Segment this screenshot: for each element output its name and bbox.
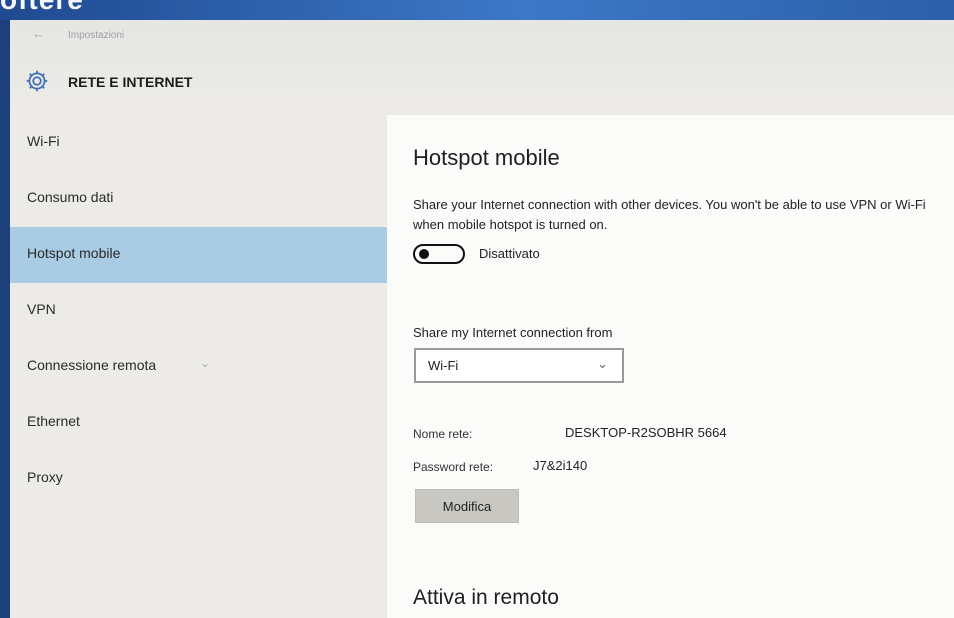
- window-header: ← Impostazioni RETE E INTERNET: [10, 20, 954, 115]
- modify-button[interactable]: Modifica: [415, 489, 519, 523]
- settings-window: ← Impostazioni RETE E INTERNET Wi-Fi Con…: [10, 20, 954, 618]
- sidebar-item-label: Wi-Fi: [27, 133, 60, 149]
- sidebar-item-label: Connessione remota: [27, 357, 157, 373]
- sidebar: Wi-Fi Consumo dati Hotspot mobile VPN Co…: [10, 115, 387, 618]
- page-title: Hotspot mobile: [413, 145, 560, 170]
- sidebar-item-vpn[interactable]: VPN: [10, 283, 387, 339]
- sidebar-item-hotspot-mobile[interactable]: Hotspot mobile: [10, 227, 387, 283]
- toggle-knob: [419, 249, 429, 259]
- share-from-label: Share my Internet connection from: [413, 325, 613, 340]
- chevron-down-icon: ⌄: [597, 356, 608, 371]
- dropdown-selected-value: Wi-Fi: [428, 358, 459, 373]
- main-content: Hotspot mobile Share your Internet conne…: [387, 115, 954, 618]
- network-name-value: DESKTOP-R2SOBHR 5664: [565, 425, 727, 440]
- sidebar-item-ethernet[interactable]: Ethernet: [10, 395, 387, 451]
- banner-text: oftere: [0, 0, 84, 16]
- sidebar-item-label: VPN: [27, 301, 56, 317]
- breadcrumb: Impostazioni: [68, 30, 125, 41]
- sidebar-item-label: Consumo dati: [27, 189, 114, 205]
- back-arrow-icon[interactable]: ←: [32, 26, 45, 41]
- toggle-state-label: Disattivato: [479, 246, 540, 261]
- share-from-dropdown[interactable]: Wi-Fi ⌄: [414, 348, 624, 383]
- remote-section-title: Attiva in remoto: [413, 586, 559, 609]
- sidebar-item-label: Proxy: [27, 469, 63, 485]
- network-name-label: Nome rete:: [413, 427, 473, 441]
- sidebar-item-proxy[interactable]: Proxy: [10, 451, 387, 507]
- sidebar-item-wifi[interactable]: Wi-Fi: [10, 115, 387, 171]
- sidebar-item-label: Ethernet: [27, 413, 80, 429]
- gear-icon: [26, 70, 48, 92]
- chevron-down-icon: ⌄: [200, 356, 211, 370]
- sidebar-item-label: Hotspot mobile: [27, 245, 121, 261]
- hotspot-toggle[interactable]: [413, 244, 465, 264]
- network-password-label: Password rete:: [413, 460, 494, 474]
- top-banner: oftere: [0, 0, 954, 20]
- sidebar-item-connessione-remota[interactable]: Connessione remota ⌄: [10, 339, 387, 395]
- hotspot-description: Share your Internet connection with othe…: [413, 197, 926, 232]
- sidebar-item-consumo-dati[interactable]: Consumo dati: [10, 171, 387, 227]
- network-password-value: J7&2i140: [533, 458, 588, 473]
- section-title: RETE E INTERNET: [68, 74, 193, 90]
